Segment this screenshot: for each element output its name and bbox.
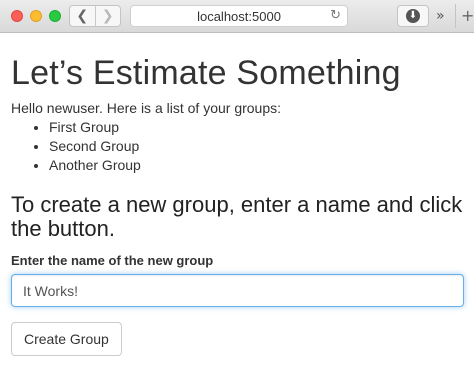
list-item: Another Group <box>49 156 466 175</box>
chevron-left-icon: ❮ <box>76 8 89 24</box>
download-icon: ⬇ <box>406 9 420 23</box>
address-bar[interactable]: localhost:5000 ↻ <box>130 5 348 27</box>
forward-button[interactable]: ❯ <box>96 6 121 26</box>
group-name-label: Enter the name of the new group <box>11 253 214 268</box>
new-tab-button[interactable]: + <box>455 4 474 28</box>
downloads-button[interactable]: ⬇ <box>397 5 429 27</box>
create-group-button[interactable]: Create Group <box>11 322 122 356</box>
more-toolbar-icon[interactable]: » <box>436 8 444 24</box>
greeting-text: Hello newuser. Here is a list of your gr… <box>11 100 282 116</box>
back-button[interactable]: ❮ <box>70 6 96 26</box>
group-list: First Group Second Group Another Group <box>49 118 466 175</box>
url-text: localhost:5000 <box>197 8 281 24</box>
minimize-window-button[interactable] <box>30 10 42 22</box>
zoom-window-button[interactable] <box>49 10 61 22</box>
navigation-buttons: ❮ ❯ <box>69 5 121 27</box>
close-window-button[interactable] <box>11 10 23 22</box>
chevron-right-icon: ❯ <box>101 8 114 24</box>
page-title: Let’s Estimate Something <box>11 54 401 92</box>
list-item: First Group <box>49 118 466 137</box>
page-content: Let’s Estimate Something Hello newuser. … <box>11 33 466 356</box>
browser-toolbar: ❮ ❯ localhost:5000 ↻ ⬇ » + <box>0 0 474 33</box>
group-name-input[interactable] <box>11 274 464 307</box>
list-item: Second Group <box>49 137 466 156</box>
reload-icon[interactable]: ↻ <box>330 8 341 23</box>
create-group-heading: To create a new group, enter a name and … <box>11 192 463 241</box>
